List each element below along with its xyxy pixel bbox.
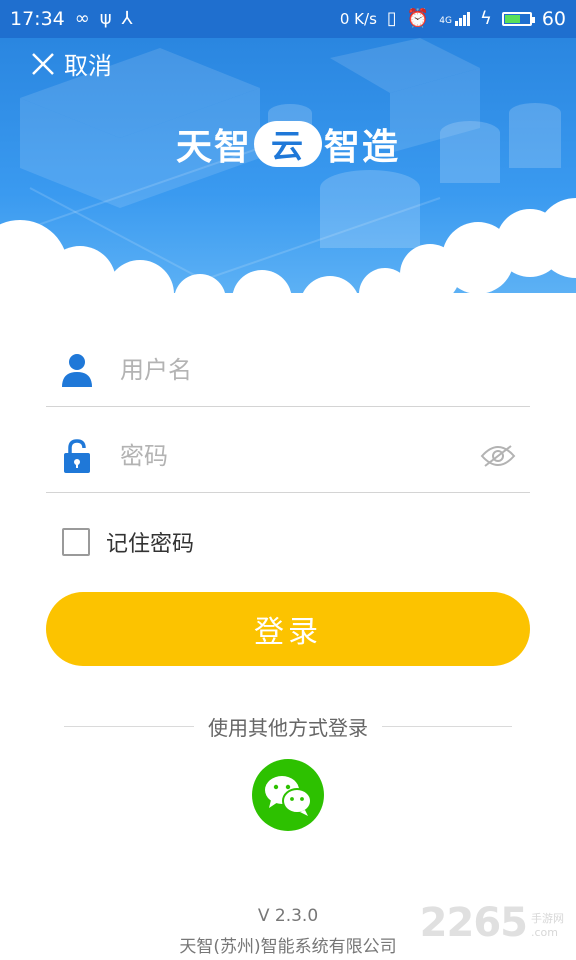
eye-icon[interactable] [478,444,518,468]
battery-percent: 60 [541,8,566,30]
battery-icon [501,12,535,26]
logo-text-right: 智造 [324,127,401,168]
close-icon [32,52,54,75]
status-bar: 17:34 ∞ ψ ⅄ 0 K/s ▯ ⏰ 4G ϟ 60 [0,0,576,38]
status-left: 17:34 ∞ ψ ⅄ [10,8,133,30]
login-label: 登录 [254,615,322,650]
app-logo: 天智 云 智造 [0,118,576,170]
remember-label: 记住密码 [106,532,195,557]
wechat-icon [265,776,312,816]
watermark-number: 2265 [419,900,528,946]
logo-text-left: 天智 [175,127,252,168]
alarm-icon: ⏰ [406,8,430,29]
alt-login-divider: 使用其他方式登录 [64,712,512,741]
status-right: 0 K/s ▯ ⏰ 4G ϟ 60 [340,8,566,30]
site-watermark: 2265 手游网 .com [420,900,564,946]
logo-cloud-badge: 云 [254,121,322,167]
alt-login-label: 使用其他方式登录 [208,716,368,740]
signal-icon: 4G [439,12,470,26]
divider-line-left [64,726,194,727]
status-time: 17:34 [10,8,65,30]
battery-level [504,15,521,23]
user-icon [54,352,100,388]
divider-line-right [382,726,512,727]
wechat-login-button[interactable] [252,759,324,831]
watermark-site: 手游网 .com [531,912,564,940]
usb-icon: ψ [99,8,112,29]
password-input[interactable] [118,441,478,471]
remember-password-toggle[interactable]: 记住密码 [62,526,194,558]
username-input[interactable] [118,355,530,385]
login-button[interactable]: 登录 [46,592,530,666]
cancel-button[interactable]: 取消 [30,46,112,81]
share-icon: ⅄ [121,8,133,29]
signal-type: 4G [439,16,452,26]
watermark-site-bottom: .com [531,926,558,939]
network-speed: 0 K/s [339,10,377,28]
username-field [46,334,530,407]
lock-icon [54,438,100,474]
cancel-label: 取消 [64,52,112,80]
remember-checkbox[interactable] [62,528,90,556]
infinity-icon: ∞ [74,8,90,29]
watermark-site-top: 手游网 [531,912,564,925]
vibrate-icon: ▯ [386,8,397,29]
password-field [46,420,530,493]
charging-icon: ϟ [479,8,492,29]
